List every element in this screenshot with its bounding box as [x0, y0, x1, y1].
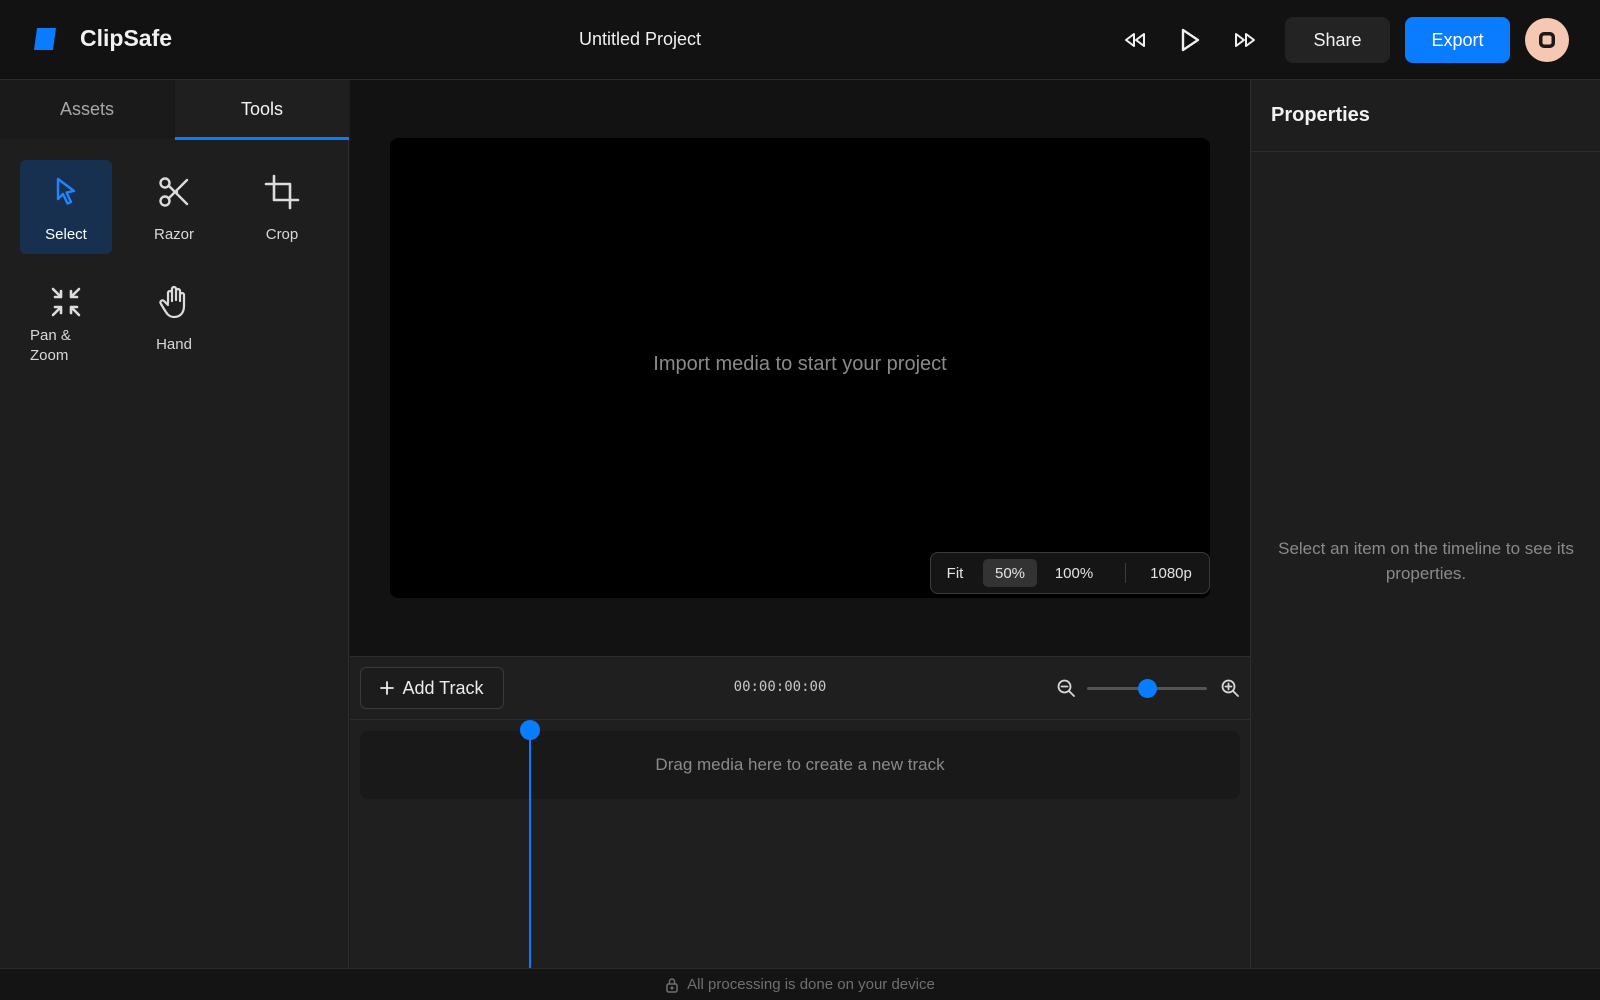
properties-empty-message: Select an item on the timeline to see it…: [1278, 539, 1574, 583]
avatar[interactable]: [1525, 18, 1569, 62]
crop-icon: [236, 174, 328, 210]
properties-panel: Properties Select an item on the timelin…: [1250, 80, 1600, 968]
zoom-out-icon[interactable]: [1056, 678, 1076, 698]
cursor-icon: [20, 174, 112, 210]
plus-icon: [380, 681, 395, 695]
tool-hand[interactable]: Hand: [128, 270, 220, 364]
rewind-button[interactable]: [1117, 22, 1153, 58]
timecode: 00:00:00:00: [733, 679, 827, 695]
tool-razor[interactable]: Razor: [128, 160, 220, 254]
tool-pan-zoom[interactable]: Pan & Zoom: [20, 270, 112, 364]
footer-message: All processing is done on your device: [687, 976, 935, 993]
fast-forward-button[interactable]: [1227, 22, 1263, 58]
track-drop-zone[interactable]: Drag media here to create a new track: [360, 731, 1240, 799]
play-icon: [1180, 28, 1200, 52]
preview-area: Import media to start your project Fit 5…: [350, 80, 1250, 656]
zoom-fit-button[interactable]: Fit: [937, 559, 973, 587]
resolution-select[interactable]: 1080p: [1139, 559, 1203, 587]
tool-label: Razor: [153, 226, 194, 243]
preview-empty-message: Import media to start your project: [653, 353, 947, 375]
properties-title: Properties: [1271, 104, 1370, 126]
tab-assets[interactable]: Assets: [0, 80, 174, 139]
zoom-50-button[interactable]: 50%: [983, 559, 1037, 587]
rewind-icon: [1124, 32, 1146, 48]
lock-icon: [665, 977, 679, 993]
tool-label: Hand: [156, 336, 192, 353]
app-name: ClipSafe: [80, 25, 173, 51]
export-button[interactable]: Export: [1405, 17, 1510, 63]
add-track-button[interactable]: Add Track: [360, 667, 504, 709]
minimize-icon: [20, 284, 112, 320]
sidebar-tabs: Assets Tools: [0, 80, 349, 140]
zoom-100-button[interactable]: 100%: [1045, 559, 1103, 587]
top-bar: ClipSafe Untitled Project Share Export: [0, 0, 1600, 80]
divider: [1125, 563, 1126, 583]
add-track-label: Add Track: [402, 677, 484, 698]
playhead-handle[interactable]: [520, 720, 540, 740]
video-preview[interactable]: Import media to start your project Fit 5…: [390, 138, 1210, 598]
timeline: Add Track 00:00:00:00 Drag media here to…: [350, 656, 1250, 969]
tool-crop[interactable]: Crop: [236, 160, 328, 254]
tool-select[interactable]: Select: [20, 160, 112, 254]
timeline-toolbar: Add Track 00:00:00:00: [350, 657, 1250, 720]
tool-label: Select: [45, 226, 87, 243]
status-footer: All processing is done on your device: [0, 968, 1600, 1000]
hand-icon: [128, 284, 220, 320]
left-sidebar: Assets Tools Select Razor Crop Pan & Zoo…: [0, 80, 349, 968]
tab-tools[interactable]: Tools: [175, 80, 349, 140]
share-button[interactable]: Share: [1285, 17, 1390, 63]
slider-thumb[interactable]: [1138, 679, 1157, 698]
properties-header: Properties: [1251, 80, 1600, 152]
record-icon: [1537, 30, 1557, 50]
fast-forward-icon: [1234, 32, 1256, 48]
tool-label: Pan & Zoom: [30, 327, 71, 364]
timeline-zoom-slider[interactable]: [1087, 679, 1207, 698]
play-button[interactable]: [1172, 22, 1208, 58]
preview-zoom-bar: Fit 50% 100% 1080p: [930, 552, 1210, 594]
scissors-icon: [128, 174, 220, 210]
tool-label: Crop: [265, 226, 299, 243]
playhead-line: [529, 729, 531, 969]
zoom-in-icon[interactable]: [1220, 678, 1240, 698]
logo-icon: [32, 26, 58, 52]
project-title[interactable]: Untitled Project: [480, 29, 800, 50]
